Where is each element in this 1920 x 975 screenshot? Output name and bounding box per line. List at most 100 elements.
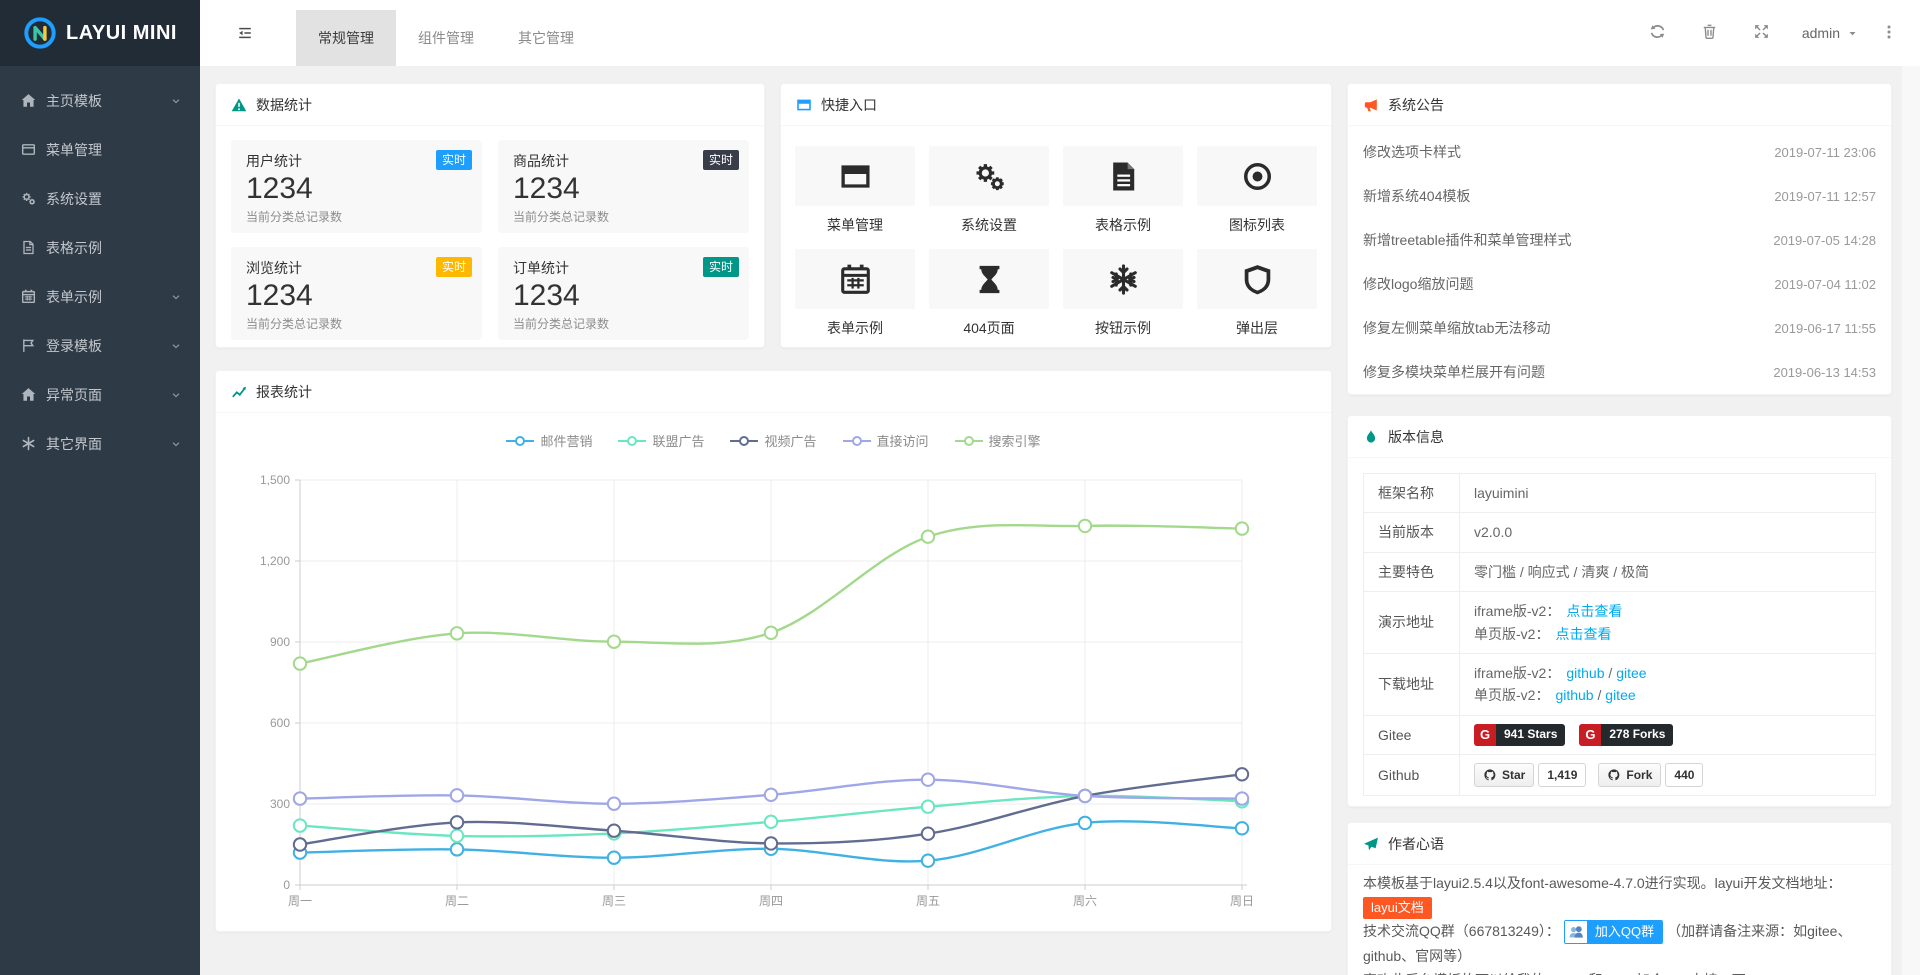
svg-text:300: 300 — [270, 797, 290, 811]
quick-entry-label: 图标列表 — [1197, 215, 1317, 235]
quick-entry[interactable]: 菜单管理 — [795, 146, 915, 235]
home-icon — [22, 94, 36, 107]
stat-desc: 当前分类总记录数 — [513, 315, 734, 332]
sidebar-menu: 主页模板 菜单管理 系统设置 表格示例 表单示例 登录模板 — [0, 66, 200, 468]
layui-doc-badge[interactable]: layui文档 — [1363, 897, 1432, 919]
github-fork-count: 440 — [1665, 763, 1703, 787]
quick-entry-label: 弹出层 — [1197, 318, 1317, 338]
quick-entry-label: 表格示例 — [1063, 215, 1183, 235]
notice-text: 修改选项卡样式 — [1363, 142, 1461, 162]
join-qq-button[interactable]: 加入QQ群 — [1564, 920, 1663, 944]
sidebar-item[interactable]: 其它界面 — [0, 419, 200, 468]
github-fork-button[interactable]: Fork440 — [1598, 763, 1703, 787]
svg-text:周六: 周六 — [1073, 894, 1097, 908]
panel-stats-header: 数据统计 — [216, 84, 764, 126]
header-actions: admin — [1632, 0, 1906, 66]
sidebar-item[interactable]: 表单示例 — [0, 272, 200, 321]
sidebar-item[interactable]: 菜单管理 — [0, 125, 200, 174]
logo-text: LAYUI MINI — [66, 22, 177, 45]
notice-text: 修复左侧菜单缩放tab无法移动 — [1363, 318, 1550, 338]
file-text-icon — [1113, 162, 1134, 190]
svg-text:周一: 周一 — [288, 894, 312, 908]
chevron-down-icon — [170, 438, 182, 450]
download-link-github[interactable]: github — [1566, 665, 1604, 681]
demo-link-iframe[interactable]: 点击查看 — [1566, 603, 1622, 619]
file-icon — [24, 242, 33, 254]
sidebar-item[interactable]: 表格示例 — [0, 223, 200, 272]
header-action[interactable] — [1632, 23, 1684, 43]
download-link-gitee[interactable]: gitee — [1616, 665, 1646, 681]
octocat-icon — [1483, 768, 1497, 782]
hourglass-icon — [979, 265, 999, 292]
notice-item[interactable]: 新增treetable插件和菜单管理样式 2019-07-05 14:28 — [1348, 218, 1891, 262]
notice-item[interactable]: 修复多模块菜单栏展开有问题 2019-06-13 14:53 — [1348, 350, 1891, 394]
quick-entries: 菜单管理 系统设置 表格示例 图标列表 表单示例 404页面 — [781, 126, 1331, 358]
sidebar-item[interactable]: 登录模板 — [0, 321, 200, 370]
panel-report-header: 报表统计 — [216, 371, 1331, 413]
stat-desc: 当前分类总记录数 — [513, 208, 734, 225]
flame-icon — [1363, 429, 1379, 445]
quick-entry[interactable]: 弹出层 — [1197, 249, 1317, 338]
logo-mark-icon — [23, 16, 57, 50]
gitee-forks-badge[interactable]: G278 Forks — [1579, 724, 1673, 746]
window-solid-icon — [841, 165, 869, 187]
svg-text:周二: 周二 — [445, 894, 469, 908]
notice-date: 2019-06-13 14:53 — [1773, 365, 1876, 380]
stat-title: 订单统计 — [513, 258, 734, 278]
header-action[interactable] — [1736, 23, 1788, 43]
more-menu[interactable] — [1872, 24, 1906, 43]
panel-title: 数据统计 — [256, 95, 312, 115]
download-link-gitee[interactable]: gitee — [1605, 687, 1635, 703]
chart-icon — [231, 384, 247, 400]
demo-link-spa[interactable]: 点击查看 — [1555, 626, 1611, 642]
sidebar-item[interactable]: 异常页面 — [0, 370, 200, 419]
megaphone-icon — [1363, 97, 1379, 113]
sidebar-item[interactable]: 系统设置 — [0, 174, 200, 223]
quick-entry[interactable]: 系统设置 — [929, 146, 1049, 235]
flag-icon — [24, 339, 33, 351]
download-link-github[interactable]: github — [1555, 687, 1593, 703]
panel-quick-header: 快捷入口 — [781, 84, 1331, 126]
stat-value: 1234 — [513, 172, 734, 206]
tab[interactable]: 其它管理 — [496, 10, 596, 66]
gears-icon — [23, 193, 35, 205]
quick-entry[interactable]: 图标列表 — [1197, 146, 1317, 235]
sidebar-item[interactable]: 主页模板 — [0, 76, 200, 125]
quick-entry[interactable]: 按钮示例 — [1063, 249, 1183, 338]
stat-value: 1234 — [513, 279, 734, 313]
notice-text: 修改logo缩放问题 — [1363, 274, 1473, 294]
calendar-icon — [23, 290, 35, 303]
snowflake-icon — [1111, 265, 1135, 292]
paper-plane-icon — [1363, 836, 1379, 852]
svg-text:1,200: 1,200 — [260, 554, 290, 568]
panel-quick: 快捷入口 菜单管理 系统设置 表格示例 图标列表 表单示例 — [780, 83, 1332, 348]
window-icon — [23, 145, 35, 154]
panel-author: 作者心语 本模板基于layui2.5.4以及font-awesome-4.7.0… — [1347, 822, 1892, 975]
quick-entry[interactable]: 表格示例 — [1063, 146, 1183, 235]
asterisk-icon — [23, 438, 33, 450]
user-menu[interactable]: admin — [1788, 25, 1872, 41]
panel-notice: 系统公告 修改选项卡样式 2019-07-11 23:06 新增系统404模板 … — [1347, 83, 1892, 395]
app-logo: LAYUI MINI — [0, 0, 200, 66]
stat-title: 用户统计 — [246, 151, 467, 171]
tab[interactable]: 组件管理 — [396, 10, 496, 66]
sidebar-item-label: 其它界面 — [46, 434, 102, 454]
notice-item[interactable]: 修复左侧菜单缩放tab无法移动 2019-06-17 11:55 — [1348, 306, 1891, 350]
github-star-button[interactable]: Star1,419 — [1474, 763, 1586, 787]
sidebar-item-label: 系统设置 — [46, 189, 102, 209]
refresh-icon — [1651, 25, 1665, 38]
dot-circle-icon — [1245, 164, 1269, 188]
quick-entry[interactable]: 404页面 — [929, 249, 1049, 338]
scrollbar-track — [1902, 0, 1920, 975]
notice-date: 2019-07-04 11:02 — [1774, 277, 1876, 292]
notice-date: 2019-07-05 14:28 — [1773, 233, 1876, 248]
notice-item[interactable]: 修改选项卡样式 2019-07-11 23:06 — [1348, 130, 1891, 174]
quick-entry[interactable]: 表单示例 — [795, 249, 915, 338]
notice-item[interactable]: 修改logo缩放问题 2019-07-04 11:02 — [1348, 262, 1891, 306]
tab[interactable]: 常规管理 — [296, 10, 396, 66]
header-action[interactable] — [1684, 23, 1736, 43]
gitee-stars-badge[interactable]: G941 Stars — [1474, 724, 1565, 746]
chevron-down-icon — [170, 340, 182, 352]
sidebar-toggle-icon[interactable] — [237, 25, 253, 41]
notice-item[interactable]: 新增系统404模板 2019-07-11 12:57 — [1348, 174, 1891, 218]
